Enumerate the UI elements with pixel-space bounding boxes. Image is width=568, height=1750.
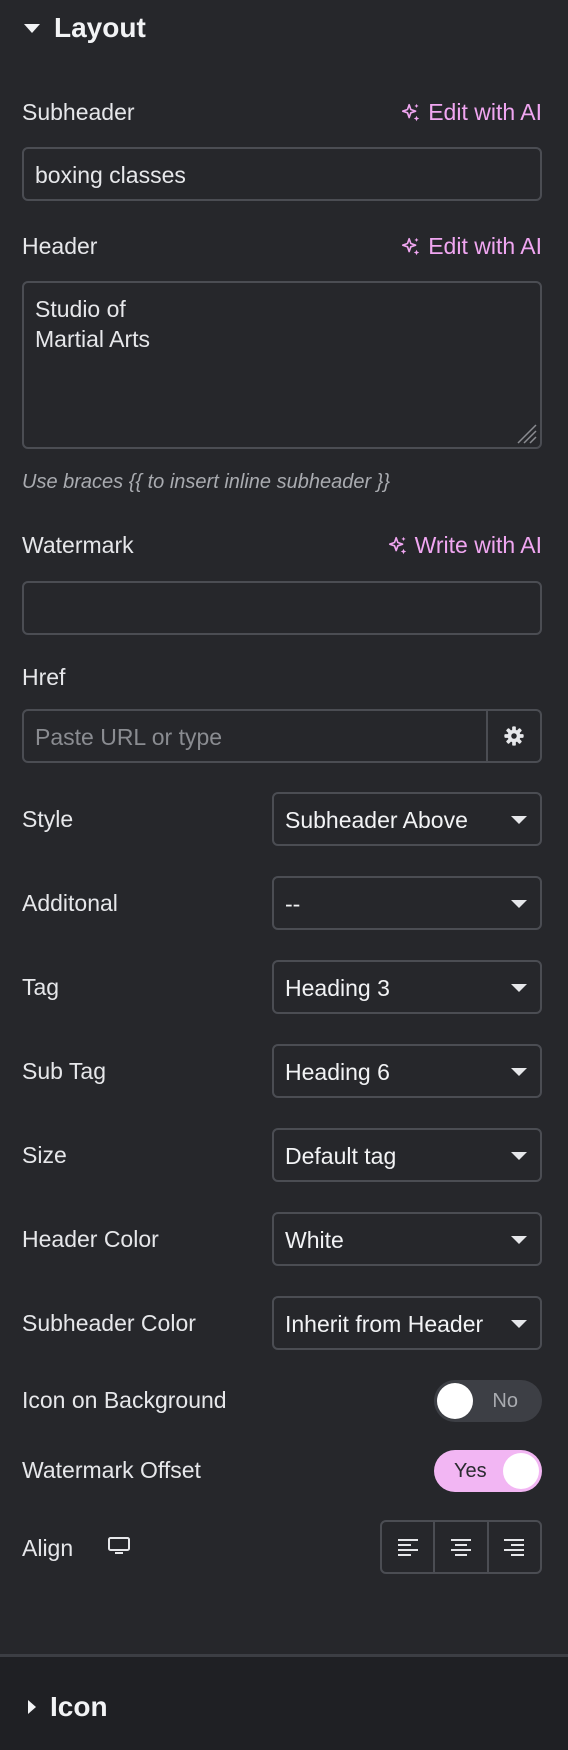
- settings-panel: Layout Subheader Edit with AI boxing cla…: [0, 0, 568, 1654]
- desktop-icon[interactable]: [107, 1536, 131, 1556]
- size-select[interactable]: Default tag: [272, 1128, 542, 1182]
- icon-section: Icon: [0, 1657, 568, 1750]
- subheader-color-select-value: Inherit from Header: [285, 1311, 484, 1337]
- chevron-down-icon: [511, 1320, 527, 1328]
- tag-select[interactable]: Heading 3: [272, 960, 542, 1014]
- write-with-ai-label: Write with AI: [414, 532, 542, 558]
- style-select[interactable]: Subheader Above: [272, 792, 542, 846]
- layout-section-title: Layout: [54, 12, 146, 43]
- header-label: Header: [22, 233, 98, 259]
- header-hint-text: Use braces {{ to insert inline subheader…: [22, 471, 391, 493]
- toggle-state-label: No: [492, 1390, 518, 1412]
- caret-right-icon: [28, 1700, 36, 1714]
- sub-tag-label: Sub Tag: [22, 1058, 106, 1084]
- toggle-knob: [503, 1453, 539, 1489]
- align-left-icon: [397, 1539, 418, 1556]
- chevron-down-icon: [511, 816, 527, 824]
- icon-section-title: Icon: [50, 1691, 108, 1722]
- icon-on-background-label: Icon on Background: [22, 1387, 227, 1413]
- align-right-button[interactable]: [486, 1522, 540, 1572]
- header-textarea[interactable]: Studio of Martial Arts: [22, 281, 542, 449]
- toggle-knob: [437, 1383, 473, 1419]
- header-edit-with-ai-link[interactable]: Edit with AI: [400, 233, 542, 260]
- align-label: Align: [22, 1535, 74, 1561]
- sparkle-icon: [402, 103, 420, 121]
- align-left-button[interactable]: [382, 1522, 433, 1572]
- header-textarea-value: Studio of Martial Arts: [35, 296, 151, 352]
- toggle-state-label: Yes: [454, 1460, 487, 1482]
- href-options-button[interactable]: [487, 709, 542, 763]
- align-center-button[interactable]: [433, 1522, 486, 1572]
- subheader-input-value: boxing classes: [35, 162, 186, 188]
- caret-down-icon: [24, 23, 40, 33]
- sparkle-icon: [388, 536, 406, 554]
- header-color-select[interactable]: White: [272, 1212, 542, 1266]
- sparkle-icon: [402, 237, 420, 255]
- watermark-input[interactable]: [22, 581, 542, 635]
- sub-tag-select[interactable]: Heading 6: [272, 1044, 542, 1098]
- href-input[interactable]: Paste URL or type: [22, 709, 488, 763]
- chevron-down-icon: [511, 1068, 527, 1076]
- tag-select-value: Heading 3: [285, 975, 390, 1001]
- watermark-label: Watermark: [22, 532, 134, 558]
- watermark-offset-toggle[interactable]: Yes: [434, 1450, 542, 1492]
- subheader-input[interactable]: boxing classes: [22, 147, 542, 201]
- style-select-value: Subheader Above: [285, 807, 468, 833]
- header-color-select-value: White: [285, 1227, 344, 1253]
- chevron-down-icon: [511, 1152, 527, 1160]
- chevron-down-icon: [511, 984, 527, 992]
- align-button-group: [380, 1520, 542, 1574]
- watermark-offset-label: Watermark Offset: [22, 1457, 201, 1483]
- additional-select-value: --: [285, 891, 301, 917]
- additional-label: Additonal: [22, 890, 118, 916]
- resize-handle-icon[interactable]: [512, 419, 538, 445]
- chevron-down-icon: [511, 1236, 527, 1244]
- href-label: Href: [22, 664, 66, 690]
- chevron-down-icon: [511, 900, 527, 908]
- edit-with-ai-label: Edit with AI: [428, 99, 542, 125]
- layout-section-header[interactable]: Layout: [24, 12, 146, 44]
- watermark-write-with-ai-link[interactable]: Write with AI: [387, 532, 542, 559]
- align-center-icon: [450, 1539, 471, 1556]
- subheader-color-label: Subheader Color: [22, 1310, 196, 1336]
- subheader-label: Subheader: [22, 99, 135, 125]
- align-right-icon: [504, 1539, 525, 1556]
- size-label: Size: [22, 1142, 67, 1168]
- header-color-label: Header Color: [22, 1226, 159, 1252]
- subheader-edit-with-ai-link[interactable]: Edit with AI: [400, 99, 542, 126]
- sub-tag-select-value: Heading 6: [285, 1059, 390, 1085]
- icon-on-background-toggle[interactable]: No: [434, 1380, 542, 1422]
- additional-select[interactable]: --: [272, 876, 542, 930]
- subheader-color-select[interactable]: Inherit from Header: [272, 1296, 542, 1350]
- gear-icon: [503, 726, 524, 746]
- size-select-value: Default tag: [285, 1143, 397, 1169]
- tag-label: Tag: [22, 974, 60, 1000]
- icon-section-header[interactable]: Icon: [28, 1691, 108, 1723]
- style-label: Style: [22, 806, 74, 832]
- href-input-placeholder: Paste URL or type: [35, 724, 223, 750]
- edit-with-ai-label: Edit with AI: [428, 233, 542, 259]
